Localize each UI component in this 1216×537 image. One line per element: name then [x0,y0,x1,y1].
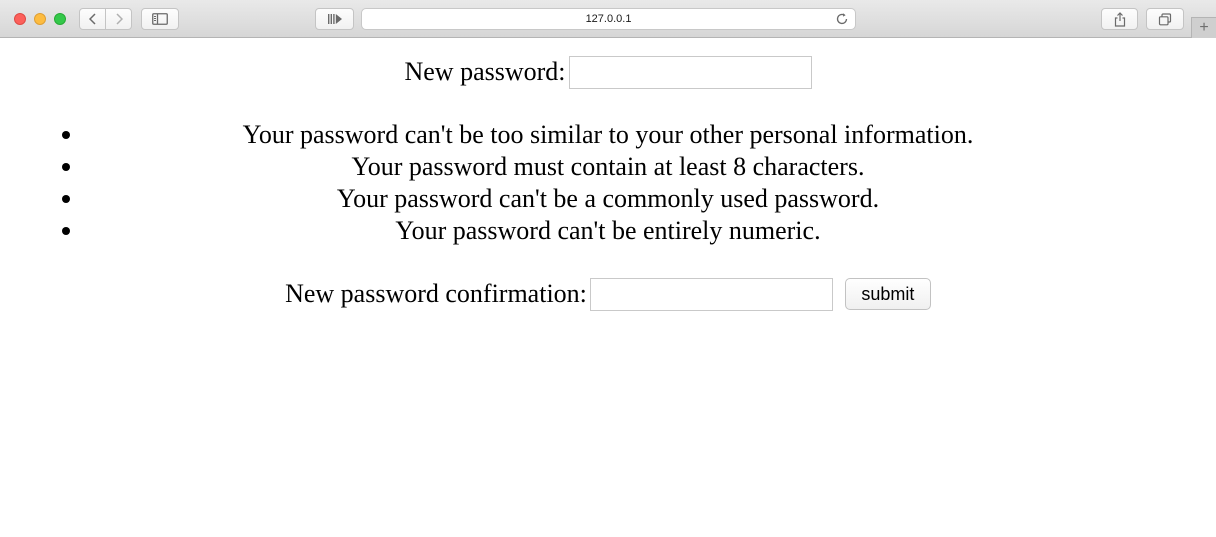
rule-text: Your password can't be entirely numeric. [395,216,821,245]
chevron-right-icon [115,13,123,25]
rule-text: Your password can't be too similar to yo… [242,120,974,149]
url-text: 127.0.0.1 [585,13,632,25]
bullet-icon [62,163,70,171]
reader-button[interactable] [315,8,354,30]
bullet-icon [62,195,70,203]
rule-text: Your password must contain at least 8 ch… [351,152,865,181]
close-window-button[interactable] [14,13,26,25]
list-item: Your password can't be entirely numeric. [2,215,1214,247]
list-item: Your password can't be too similar to yo… [2,119,1214,151]
share-icon [1114,11,1125,27]
confirmation-label: New password confirmation: [285,279,587,309]
sidebar-toggle-button[interactable] [141,8,179,30]
bullet-icon [62,227,70,235]
new-tab-button[interactable]: + [1191,17,1216,38]
rule-text: Your password can't be a commonly used p… [336,184,880,213]
browser-toolbar: 127.0.0.1 + [0,0,1216,38]
tabs-overview-icon [1158,12,1172,25]
new-password-label: New password: [404,57,566,87]
password-rules-list: Your password can't be too similar to yo… [2,119,1214,247]
reader-icon [327,14,342,24]
bullet-icon [62,131,70,139]
tab-overview-button[interactable] [1146,8,1184,30]
zoom-window-button[interactable] [54,13,66,25]
navigation-buttons [79,8,132,30]
new-password-row: New password: [2,55,1214,89]
reload-icon [836,13,848,25]
back-button[interactable] [80,9,105,29]
address-bar[interactable]: 127.0.0.1 [361,8,856,30]
chevron-left-icon [88,13,96,25]
reload-button[interactable] [835,12,849,31]
list-item: Your password must contain at least 8 ch… [2,151,1214,183]
sidebar-icon [152,13,168,25]
forward-button[interactable] [105,9,131,29]
list-item: Your password can't be a commonly used p… [2,183,1214,215]
page-content: New password: Your password can't be too… [2,39,1214,537]
confirmation-row: New password confirmation: submit [2,277,1214,311]
share-button[interactable] [1101,8,1138,30]
confirmation-input[interactable] [589,277,833,311]
submit-button[interactable]: submit [844,278,931,311]
minimize-window-button[interactable] [34,13,46,25]
new-password-input[interactable] [568,55,812,89]
